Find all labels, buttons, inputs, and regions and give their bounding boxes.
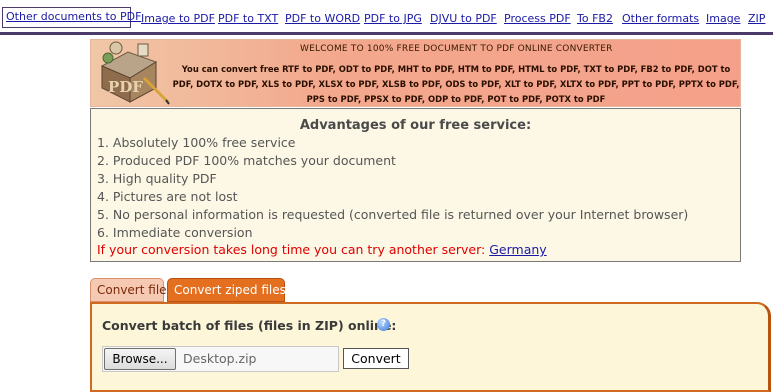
nav-link-image-to-pdf[interactable]: Image to PDF (141, 12, 215, 25)
nav-tab-other-documents[interactable]: Other documents to PDF (2, 7, 141, 28)
nav-divider (0, 32, 773, 35)
advantage-item: 2. Produced PDF 100% matches your docume… (97, 153, 396, 168)
nav-link-pdf-to-txt[interactable]: PDF to TXT (218, 12, 278, 25)
advantage-item: 3. High quality PDF (97, 171, 217, 186)
nav-link-djvu-to-pdf[interactable]: DJVU to PDF (430, 12, 497, 25)
advantage-item: 1. Absolutely 100% free service (97, 135, 296, 150)
nav-link-process-pdf[interactable]: Process PDF (504, 12, 571, 25)
advantages-box: Advantages of our free service: 1. Absol… (90, 108, 741, 262)
browse-button[interactable]: Browse... (104, 348, 176, 370)
nav-link-pdf-to-jpg[interactable]: PDF to JPG (364, 12, 422, 25)
panel-heading: Convert batch of files (files in ZIP) on… (102, 318, 397, 333)
nav-link-pdf-to-word[interactable]: PDF to WORD (285, 12, 360, 25)
nav-link-to-fb2[interactable]: To FB2 (577, 12, 613, 25)
server-warning: If your conversion takes long time you c… (97, 242, 547, 257)
server-warning-text: If your conversion takes long time you c… (97, 242, 486, 257)
banner-description: You can convert free RTF to PDF, ODT to … (172, 64, 740, 104)
selected-file-name: Desktop.zip (183, 351, 257, 366)
advantage-item: 6. Immediate conversion (97, 225, 253, 240)
advantages-title: Advantages of our free service: (299, 118, 532, 133)
svg-text:PDF: PDF (108, 78, 143, 96)
convert-button[interactable]: Convert (343, 348, 409, 369)
banner-title: WELCOME TO 100% FREE DOCUMENT TO PDF ONL… (300, 44, 613, 54)
converter-logo-icon: PDF (94, 40, 170, 106)
advantage-item: 4. Pictures are not lost (97, 189, 238, 204)
tab-convert-zipped-files[interactable]: Convert ziped files (167, 278, 286, 302)
nav-link-image[interactable]: Image (706, 12, 740, 25)
nav-link-zip[interactable]: ZIP (748, 12, 765, 25)
advantage-item: 5. No personal information is requested … (97, 207, 689, 222)
top-navigation: Other documents to PDF Image to PDF PDF … (0, 0, 773, 36)
tab-convert-file[interactable]: Convert file (90, 278, 167, 302)
nav-link-other-formats[interactable]: Other formats (622, 12, 699, 25)
help-icon[interactable]: ? (377, 318, 390, 331)
server-link-germany[interactable]: Germany (489, 242, 546, 257)
